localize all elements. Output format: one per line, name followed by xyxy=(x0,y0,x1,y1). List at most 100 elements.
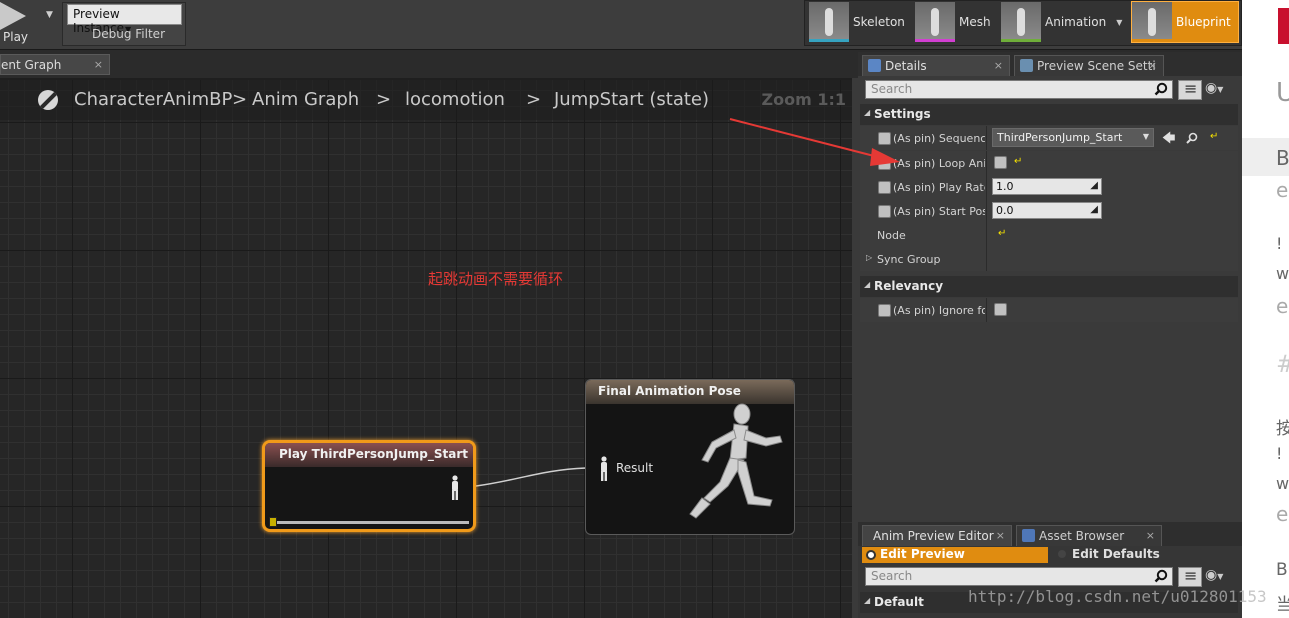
node-title: Final Animation Pose xyxy=(586,380,794,404)
mode-blueprint[interactable]: Blueprint xyxy=(1131,1,1239,43)
blog-letter: w xyxy=(1276,474,1289,493)
edit-defaults-label: Edit Defaults xyxy=(1072,547,1160,561)
prop-row-play-rate: (As pin) Play Rate 1.0 ◢ xyxy=(860,175,1238,199)
mode-animation[interactable]: Animation ▼ xyxy=(1001,1,1122,43)
view-options-button[interactable]: ◉▼ xyxy=(1205,80,1237,100)
playback-progress xyxy=(271,521,469,524)
prop-ignore-for-label: (As pin) Ignore for xyxy=(893,304,985,317)
watermark-url: http://blog.csdn.net/u012801153 xyxy=(968,587,1267,606)
collapse-arrow-icon: ◢ xyxy=(864,280,871,289)
final-animation-pose-node[interactable]: Final Animation Pose Result xyxy=(585,379,795,535)
spin-drag-icon[interactable]: ◢ xyxy=(1090,204,1098,215)
mode-animation-label: Animation xyxy=(1045,15,1107,29)
as-pin-checkbox[interactable] xyxy=(878,304,891,317)
anim-graph-canvas[interactable]: CharacterAnimBP > Anim Graph > locomotio… xyxy=(0,78,852,618)
tab-details[interactable]: Details × xyxy=(862,55,1010,76)
lower-search-input[interactable]: Search xyxy=(865,567,1173,586)
blog-letter: e xyxy=(1276,294,1289,318)
running-mannequin-icon xyxy=(689,403,783,519)
sequence-asset-combo[interactable]: ThirdPersonJump_Start ▼ xyxy=(992,128,1154,147)
close-icon[interactable]: × xyxy=(996,529,1005,542)
prop-row-node: Node ↵ xyxy=(860,223,1238,247)
blueprint-icon xyxy=(1132,2,1172,42)
category-relevancy-label: Relevancy xyxy=(874,279,944,293)
globe-icon xyxy=(1020,59,1033,72)
as-pin-checkbox[interactable] xyxy=(878,205,891,218)
view-options-button[interactable]: ◉▼ xyxy=(1205,567,1237,587)
red-badge xyxy=(1278,8,1289,44)
details-search-input[interactable]: Search xyxy=(865,80,1173,99)
search-icon xyxy=(1154,569,1168,583)
edit-preview-radio[interactable]: Edit Preview xyxy=(862,547,1048,563)
result-pin-label: Result xyxy=(616,461,654,475)
category-settings[interactable]: ◢ Settings xyxy=(860,104,1238,125)
mesh-icon xyxy=(915,2,955,42)
column-divider xyxy=(986,199,987,223)
as-pin-checkbox[interactable] xyxy=(878,132,891,145)
tab-preview-scene-label: Preview Scene Setti xyxy=(1037,59,1156,73)
tab-asset-browser[interactable]: Asset Browser × xyxy=(1016,525,1162,546)
node-title: Play ThirdPersonJump_Start xyxy=(265,443,473,467)
start-position-input[interactable]: 0.0 ◢ xyxy=(992,202,1102,219)
tab-preview-scene-settings[interactable]: Preview Scene Setti × xyxy=(1014,55,1164,76)
use-selected-arrow-icon[interactable]: 🡄 xyxy=(1162,129,1175,151)
sequence-value: ThirdPersonJump_Start xyxy=(997,131,1123,144)
browse-search-icon[interactable] xyxy=(1186,132,1198,144)
expand-arrow-icon: ▷ xyxy=(866,253,873,262)
as-pin-checkbox[interactable] xyxy=(878,181,891,194)
category-relevancy[interactable]: ◢ Relevancy xyxy=(860,276,1238,297)
details-icon xyxy=(868,59,881,72)
mode-skeleton[interactable]: Skeleton xyxy=(809,1,905,43)
blog-letter: U xyxy=(1276,78,1289,108)
prop-row-sync-group[interactable]: ▷ Sync Group xyxy=(860,247,1238,271)
reset-to-default-icon[interactable]: ↵ xyxy=(1014,156,1022,167)
details-panel: Details × Preview Scene Setti × Search ◉… xyxy=(858,52,1242,522)
close-icon[interactable]: × xyxy=(1146,529,1155,542)
radio-selected-icon xyxy=(866,550,876,560)
loop-animation-checkbox[interactable] xyxy=(994,156,1007,169)
details-search-row: Search ◉▼ xyxy=(863,79,1233,102)
reset-to-default-icon[interactable]: ↵ xyxy=(998,228,1006,239)
prop-start-pos-label: (As pin) Start Pos xyxy=(893,205,985,218)
chevron-down-icon: ▼ xyxy=(1217,85,1224,94)
play-rate-input[interactable]: 1.0 ◢ xyxy=(992,178,1102,195)
blog-page-edge: U B e ! w e # 按 ! w e B 当 xyxy=(1242,0,1289,618)
blog-letter: 按 xyxy=(1276,419,1289,439)
details-empty-area xyxy=(860,324,1238,518)
collapse-arrow-icon: ◢ xyxy=(864,108,871,117)
blog-letter: ! xyxy=(1276,234,1283,253)
play-icon xyxy=(0,2,26,30)
close-icon[interactable]: × xyxy=(1148,59,1157,72)
mode-mesh[interactable]: Mesh xyxy=(915,1,991,43)
play-button[interactable]: Play xyxy=(0,0,38,48)
pose-input-pin-icon[interactable] xyxy=(598,456,610,486)
tab-event-graph[interactable]: ent Graph × xyxy=(0,54,110,75)
as-pin-checkbox[interactable] xyxy=(878,157,891,170)
ignore-for-relevancy-checkbox[interactable] xyxy=(994,303,1007,316)
play-sequence-node[interactable]: Play ThirdPersonJump_Start xyxy=(262,440,476,532)
edit-defaults-radio[interactable]: Edit Defaults xyxy=(1056,547,1160,561)
column-divider xyxy=(986,223,987,247)
playback-handle[interactable] xyxy=(269,517,277,527)
tab-anim-preview-editor[interactable]: Anim Preview Editor × xyxy=(862,525,1012,546)
close-icon[interactable]: × xyxy=(94,58,103,71)
chevron-down-icon[interactable]: ▼ xyxy=(1116,18,1122,27)
list-view-button[interactable] xyxy=(1178,566,1202,587)
tab-event-graph-label: ent Graph xyxy=(1,58,62,72)
skeleton-icon xyxy=(809,2,849,42)
reset-to-default-icon[interactable]: ↵ xyxy=(1210,131,1218,142)
list-view-button[interactable] xyxy=(1178,79,1202,100)
lower-tab-bar: Anim Preview Editor × Asset Browser × xyxy=(858,522,1242,546)
asset-mode-bar: Skeleton Mesh Animation ▼ Blueprint xyxy=(804,0,1242,46)
play-dropdown-icon[interactable]: ▼ xyxy=(46,10,53,20)
pose-output-pin-icon[interactable] xyxy=(449,475,461,505)
close-icon[interactable]: × xyxy=(994,59,1003,72)
prop-node-label: Node xyxy=(877,229,906,242)
search-placeholder: Search xyxy=(871,569,913,583)
tab-details-label: Details xyxy=(885,59,927,73)
debug-filter-label: Debug Filter xyxy=(92,27,165,41)
blog-letter: # xyxy=(1276,350,1289,378)
animation-icon xyxy=(1001,2,1041,42)
preview-instance-select[interactable]: Preview Instance▼ xyxy=(67,4,182,35)
spin-drag-icon[interactable]: ◢ xyxy=(1090,180,1098,191)
